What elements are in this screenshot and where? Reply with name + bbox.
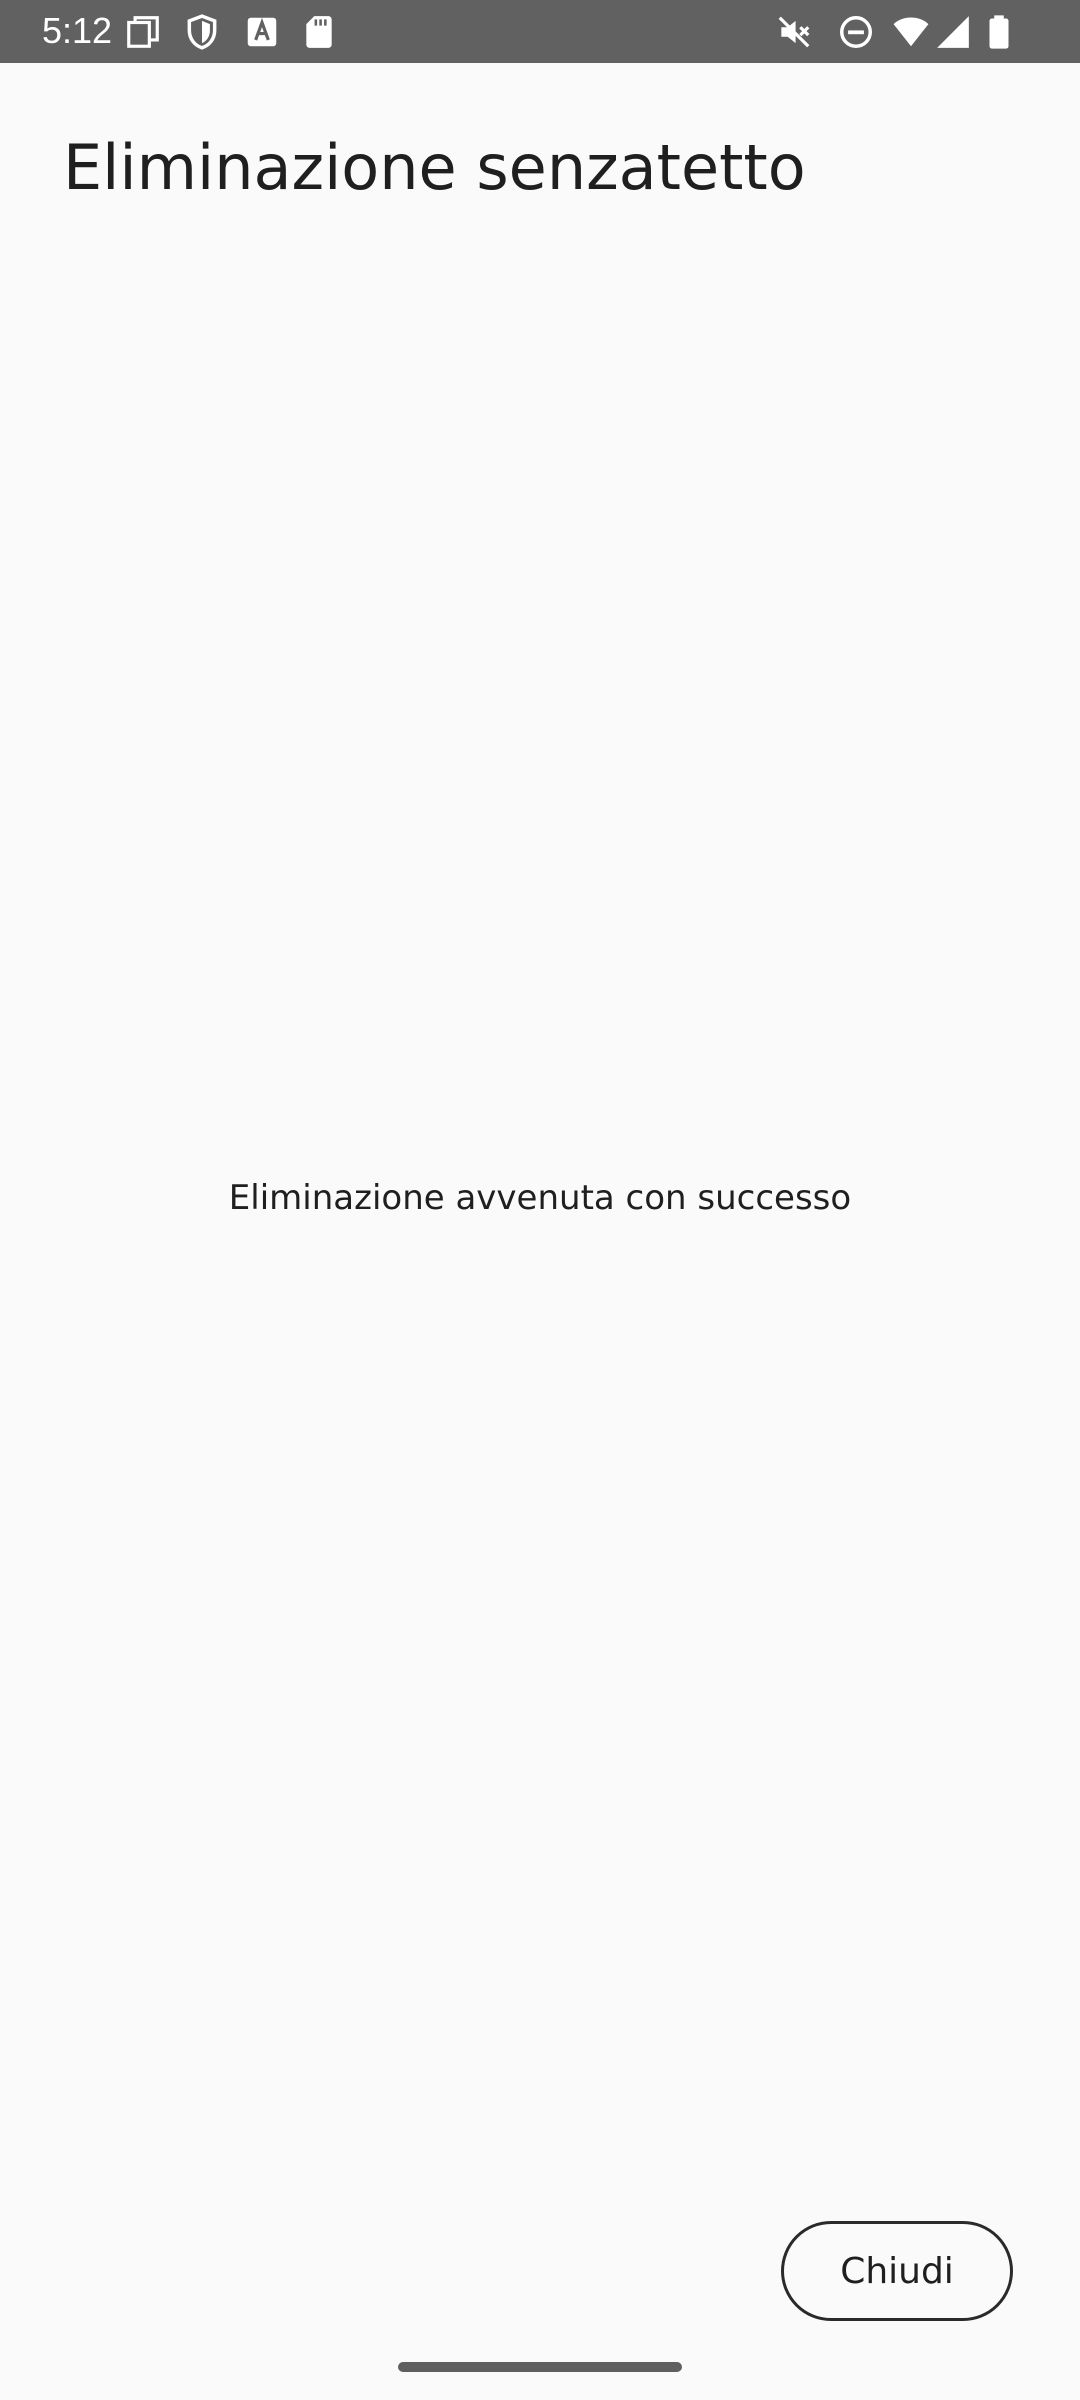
success-message: Eliminazione avvenuta con successo bbox=[228, 1178, 852, 1218]
battery-icon bbox=[980, 13, 1018, 51]
wifi-icon bbox=[890, 13, 932, 51]
close-button[interactable]: Chiudi bbox=[781, 2221, 1013, 2321]
shield-icon bbox=[183, 13, 221, 51]
do-not-disturb-icon bbox=[837, 13, 875, 51]
page-title: Eliminazione senzatetto bbox=[63, 131, 806, 204]
cellular-signal-icon bbox=[934, 13, 972, 51]
screenshot-icon bbox=[124, 13, 162, 51]
status-bar: 5:12 bbox=[0, 0, 1080, 63]
mute-icon bbox=[775, 13, 813, 51]
status-time: 5:12 bbox=[42, 10, 113, 51]
sd-card-icon bbox=[300, 13, 338, 51]
font-a-icon bbox=[243, 13, 281, 51]
screen: 5:12 Eliminazione senzatetto Eliminazion… bbox=[0, 0, 1080, 2400]
gesture-nav-handle[interactable] bbox=[398, 2362, 682, 2372]
